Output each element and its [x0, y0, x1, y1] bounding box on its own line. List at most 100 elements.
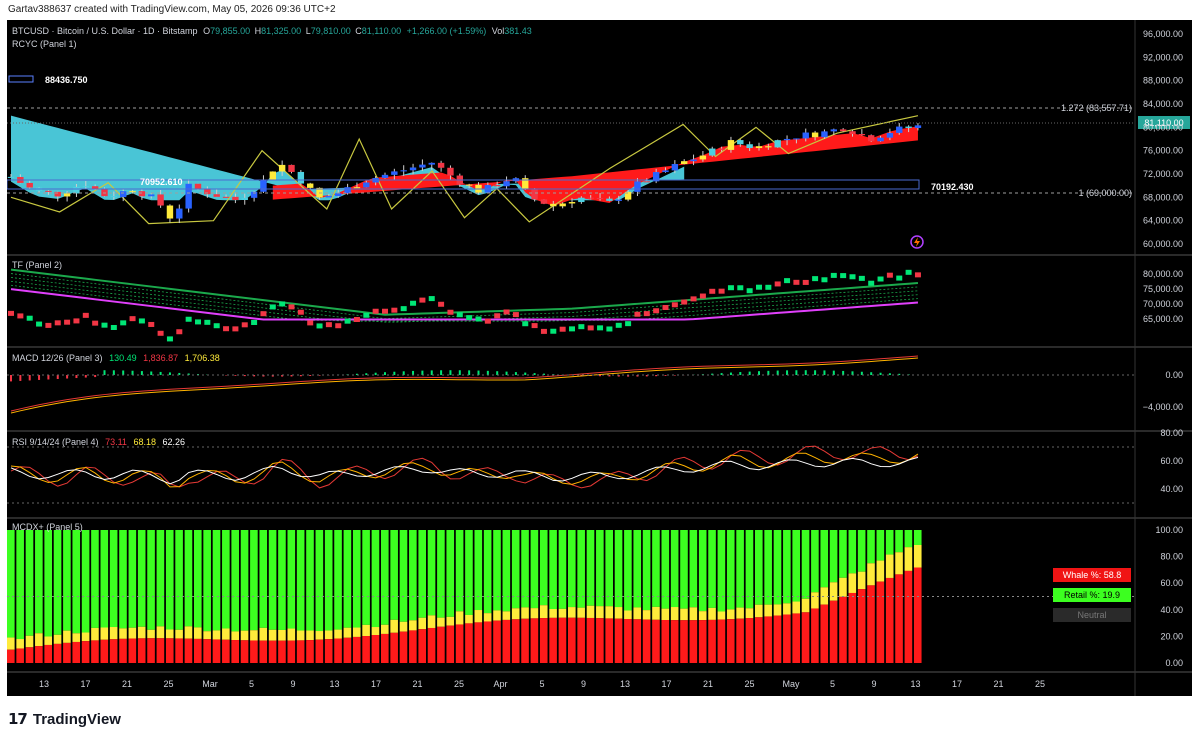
candle-body: [578, 197, 585, 203]
candle-body: [297, 171, 305, 184]
tf-candle: [615, 322, 622, 328]
mcdx-retail-bar: [409, 530, 417, 621]
tf-candle: [802, 279, 809, 285]
tradingview-logo[interactable]: 17 TradingView: [8, 710, 121, 728]
tf-candle: [793, 279, 800, 285]
mcdx-retail-bar: [212, 530, 221, 631]
mcdx-whale-bar: [212, 639, 221, 663]
mcdx-retail-bar: [689, 530, 698, 608]
mcdx-neutral-bar: [670, 607, 679, 621]
tf-candle: [8, 310, 14, 316]
macd-histogram-bar: [486, 370, 489, 375]
time-axis-label: 21: [412, 679, 422, 689]
panel1-title: RCYC (Panel 1): [12, 39, 77, 49]
mcdx-neutral-bar: [474, 610, 483, 623]
mcdx-neutral-bar: [427, 615, 436, 628]
tf-candle: [597, 325, 604, 331]
candle-body: [559, 203, 566, 207]
mcdx-whale-bar: [829, 600, 838, 663]
macd-histogram-bar: [47, 375, 50, 380]
macd-histogram-bar: [748, 371, 751, 375]
tf-candle: [812, 276, 819, 282]
tf-candle: [503, 309, 510, 315]
tf-candle: [653, 308, 660, 314]
mcdx-retail-bar: [128, 530, 137, 628]
tf-candle: [120, 320, 127, 326]
mcdx-whale-bar: [848, 592, 857, 663]
mcdx-whale-bar: [511, 619, 520, 663]
mcdx-whale-bar: [25, 647, 34, 663]
mcdx-retail-bar: [35, 530, 43, 634]
time-axis-label: 9: [290, 679, 295, 689]
mcdx-retail-bar: [586, 530, 595, 606]
mcdx-neutral-bar: [409, 620, 417, 631]
right-level-label: 70192.430: [931, 182, 974, 192]
tf-candle: [166, 336, 173, 342]
mcdx-retail-bar: [287, 530, 296, 629]
mcdx-whale-bar: [128, 638, 137, 663]
mcdx-retail-bar: [773, 530, 782, 605]
candle-body: [409, 167, 417, 171]
mcdx-neutral-bar: [306, 630, 314, 641]
mcdx-neutral-bar: [72, 633, 81, 642]
tf-candle: [325, 322, 332, 328]
candle-body: [587, 197, 594, 199]
panel5-title: MCDX+ (Panel 5): [12, 522, 83, 532]
chart-canvas[interactable]: BTCUSD · Bitcoin / U.S. Dollar · 1D · Bi…: [7, 20, 1192, 696]
mcdx-whale-bar: [418, 629, 426, 663]
range-box[interactable]: [8, 75, 34, 83]
candle-body: [531, 189, 538, 200]
mcdx-retail-bar: [792, 530, 800, 602]
candle-body: [765, 146, 772, 148]
price-axis-label: 80,000.00: [1143, 122, 1183, 132]
tf-axis-label: 65,000.00: [1143, 314, 1183, 324]
mcdx-whale-bar: [521, 618, 529, 663]
mcdx-axis-label: 40.00: [1160, 605, 1183, 615]
mcdx-whale-bar: [100, 639, 109, 663]
candle-body: [709, 148, 716, 156]
macd-histogram-bar: [19, 375, 22, 381]
macd-histogram-bar: [10, 375, 12, 382]
candle-body: [26, 182, 33, 188]
mcdx-neutral-bar: [511, 608, 520, 620]
tf-candle: [204, 319, 211, 325]
time-axis-label: 25: [163, 679, 173, 689]
tf-candle: [447, 309, 454, 315]
tf-axis-label: 80,000.00: [1143, 269, 1183, 279]
mcdx-neutral-bar: [530, 608, 539, 619]
mcdx-retail-bar: [913, 530, 922, 545]
mcdx-retail-bar: [250, 530, 258, 631]
mcdx-retail-bar: [175, 530, 183, 630]
mcdx-neutral-bar: [539, 605, 548, 619]
rsi-line: [10, 445, 919, 489]
mcdx-neutral-bar: [801, 598, 810, 613]
mcdx-retail-bar: [680, 530, 688, 609]
candle-body: [73, 186, 80, 194]
tf-candle: [699, 293, 706, 299]
mcdx-retail-bar: [783, 530, 791, 604]
tf-candle: [110, 324, 117, 330]
mcdx-whale-bar: [268, 640, 277, 663]
mcdx-retail-bar: [568, 530, 576, 608]
mcdx-whale-bar: [287, 640, 296, 663]
candle-body: [176, 208, 183, 219]
mcdx-whale-bar: [109, 639, 118, 663]
mcdx-neutral-bar: [399, 621, 408, 632]
tf-candle: [858, 275, 865, 281]
rsi-line: [10, 456, 919, 485]
mcdx-neutral-bar: [184, 626, 193, 639]
mcdx-axis-label: 20.00: [1160, 631, 1183, 641]
tf-candle: [484, 318, 491, 324]
tf-candle: [896, 275, 903, 281]
header-bar: Gartav388637 created with TradingView.co…: [0, 0, 1199, 20]
tf-candle: [886, 272, 893, 278]
mcdx-neutral-bar: [25, 635, 34, 648]
mcdx-retail-bar: [811, 530, 819, 593]
mcdx-whale-bar: [306, 640, 314, 663]
mcdx-neutral-bar: [147, 629, 155, 639]
mcdx-whale-bar: [427, 627, 436, 663]
chart-area[interactable]: BTCUSD · Bitcoin / U.S. Dollar · 1D · Bi…: [7, 20, 1192, 696]
mcdx-retail-bar: [100, 530, 109, 628]
macd-histogram-bar: [851, 371, 854, 375]
mcdx-retail-bar: [362, 530, 370, 625]
